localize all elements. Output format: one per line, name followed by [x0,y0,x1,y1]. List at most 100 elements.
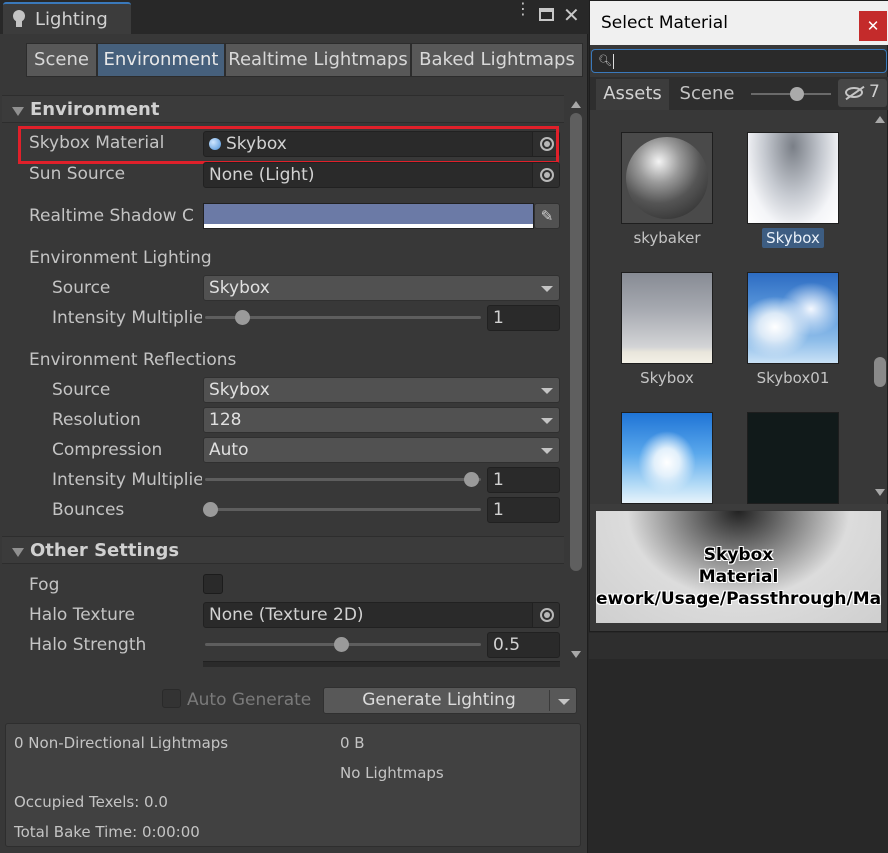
dropdown-divider [549,690,550,711]
realtime-shadow-color-field[interactable] [203,203,534,229]
thumbnail-dark-grid [747,412,839,504]
total-bake-time: Total Bake Time: 0:00:00 [14,823,200,841]
scroll-up-icon[interactable] [571,101,581,108]
halo-strength-input[interactable]: 0.5 [487,632,560,658]
object-picker-icon[interactable] [532,163,559,187]
resolution-dropdown[interactable]: 128 [203,407,560,433]
lightmap-size: 0 B [340,734,365,752]
halo-texture-field[interactable]: None (Texture 2D) [203,602,560,628]
asset-grid: skybaker Skybox Skybox Skybox01 [590,112,871,504]
lighting-intensity-knob[interactable] [235,310,250,325]
grid-item-skybox01[interactable]: Skybox01 [730,252,856,392]
collapse-arrow-icon [12,107,24,116]
tab-scene-picker[interactable]: Scene [672,79,742,110]
thumbnail-skybox-gray [621,272,713,364]
eyedropper-icon[interactable]: ✎ [534,203,560,229]
grid-item-skybaker[interactable]: skybaker [604,112,730,252]
auto-generate-checkbox[interactable] [162,689,181,708]
grid-item-skybox-selected[interactable]: Skybox [730,112,856,252]
lighting-intensity-label: Intensity Multiplie [52,308,202,328]
grid-item-sky-blue[interactable] [604,392,730,504]
preview-panel: Skybox Material ework/Usage/Passthrough/… [596,511,881,623]
halo-strength-label: Halo Strength [29,635,147,655]
fog-label: Fog [29,575,60,595]
bounces-knob[interactable] [203,502,218,517]
preview-splitter[interactable] [590,504,888,510]
hidden-count: 7 [869,82,880,102]
lighting-source-label: Source [52,278,111,298]
compression-label: Compression [52,440,163,460]
maximize-icon[interactable] [539,8,554,21]
lighting-tab[interactable]: Lighting [3,2,131,34]
tab-environment[interactable]: Environment [97,43,225,77]
window-title: Lighting [35,9,108,30]
thumbnail-sky-bright [621,412,713,504]
other-settings-section-header[interactable]: Other Settings [2,536,564,564]
reflection-source-dropdown[interactable]: Skybox [203,377,560,403]
color-alpha-bar [204,224,533,228]
bounces-input[interactable]: 1 [487,497,560,523]
grid-scroll-down-icon[interactable] [875,489,885,496]
chevron-down-icon [541,388,553,394]
generate-lighting-button[interactable]: Generate Lighting [323,687,577,714]
lightbulb-base [16,21,22,27]
grid-item-label: Skybox [733,228,853,248]
grid-item-label: skybaker [633,229,701,247]
hidden-items-toggle[interactable]: 7 [838,79,887,107]
select-material-window: Select Material ✕ 🔍︎ Assets Scene 7 skyb… [589,0,888,632]
grid-item-dark[interactable] [730,392,856,504]
compression-dropdown[interactable]: Auto [203,437,560,463]
scroll-down-icon[interactable] [571,651,581,658]
resolution-label: Resolution [52,410,141,430]
grid-item-skybox[interactable]: Skybox [604,252,730,392]
tab-realtime-lightmaps[interactable]: Realtime Lightmaps [225,43,411,77]
lightmap-count: 0 Non-Directional Lightmaps [14,734,229,752]
realtime-shadow-color-label: Realtime Shadow C [29,206,194,226]
chevron-down-icon [541,448,553,454]
chevron-down-icon [541,418,553,424]
environment-section-header[interactable]: Environment [2,95,564,123]
zoom-slider-knob[interactable] [790,87,804,101]
bounces-label: Bounces [52,500,125,520]
reflection-intensity-input[interactable]: 1 [487,467,560,493]
tab-assets[interactable]: Assets [596,79,669,110]
grid-item-label: Skybox01 [756,369,830,387]
halo-texture-label: Halo Texture [29,605,135,625]
no-lightmaps-text: No Lightmaps [340,764,444,782]
grid-scrollbar[interactable] [874,357,886,387]
reflection-intensity-slider[interactable] [205,478,481,481]
chevron-down-icon[interactable] [558,699,570,705]
thumbnail-sphere [621,132,713,224]
search-input[interactable]: 🔍︎ [591,49,887,73]
grid-scroll-up-icon[interactable] [875,116,885,123]
preview-name: Skybox [703,545,774,565]
search-icon: 🔍︎ [598,54,612,67]
environment-reflections-label: Environment Reflections [29,350,237,370]
collapse-arrow-icon [12,548,24,557]
chevron-down-icon [541,286,553,292]
sun-source-label: Sun Source [29,164,126,184]
preview-type: Material [698,567,779,587]
close-icon[interactable]: ✕ [563,3,580,27]
lighting-intensity-input[interactable]: 1 [487,305,560,331]
sun-source-field[interactable]: None (Light) [203,162,560,188]
bounces-slider[interactable] [205,508,481,511]
object-picker-icon[interactable] [532,603,559,627]
reflection-intensity-label: Intensity Multiplie [52,470,202,490]
reflection-source-label: Source [52,380,111,400]
close-button[interactable]: ✕ [859,11,887,41]
thumbnail-sky-clouds [747,272,839,364]
highlight-box [18,126,559,164]
tab-scene[interactable]: Scene [26,43,97,77]
occupied-texels: Occupied Texels: 0.0 [14,793,168,811]
vertical-scrollbar[interactable] [570,113,582,571]
thumbnail-skybox-gradient [747,132,839,224]
auto-generate-label: Auto Generate [187,690,312,710]
reflection-intensity-knob[interactable] [464,472,479,487]
more-options-icon[interactable]: ⋮ [515,1,531,26]
fog-checkbox[interactable] [203,574,223,594]
halo-strength-knob[interactable] [334,637,349,652]
environment-lighting-label: Environment Lighting [29,248,212,268]
tab-baked-lightmaps[interactable]: Baked Lightmaps [411,43,583,77]
lighting-source-dropdown[interactable]: Skybox [203,275,560,301]
